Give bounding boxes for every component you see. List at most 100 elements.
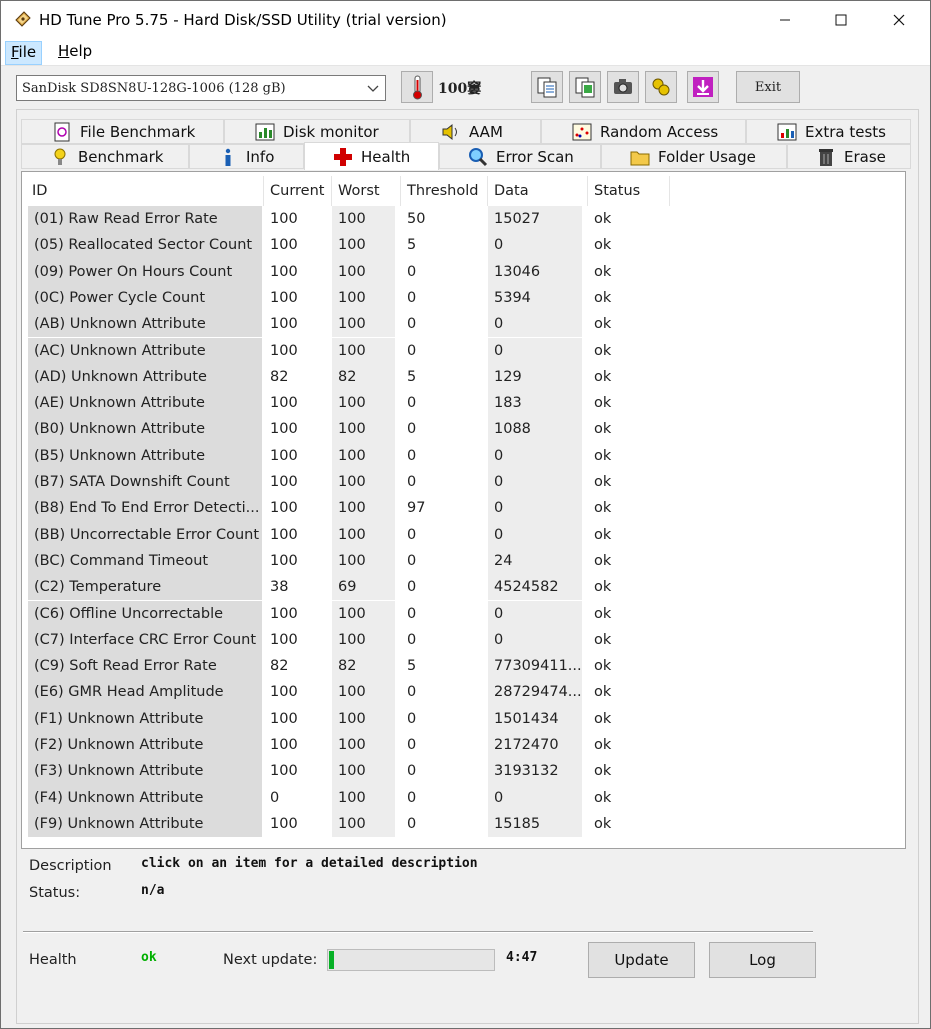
table-row[interactable]: (B5) Unknown Attribute 100 100 0 0 ok [26, 442, 670, 469]
tab-aam[interactable]: AAM [410, 119, 541, 144]
cell-current: 82 [270, 658, 289, 675]
table-row[interactable]: (AE) Unknown Attribute 100 100 0 183 ok [26, 390, 670, 417]
table-row[interactable]: (F9) Unknown Attribute 100 100 0 15185 ok [26, 810, 670, 838]
save-download-button[interactable] [687, 71, 719, 103]
table-row[interactable]: (C2) Temperature 38 69 0 4524582 ok [26, 574, 670, 601]
cell-current: 100 [270, 263, 298, 280]
cell-threshold: 0 [407, 474, 417, 490]
table-row[interactable]: (AC) Unknown Attribute 100 100 0 0 ok [26, 337, 670, 364]
table-row[interactable]: (B0) Unknown Attribute 100 100 0 1088 ok [26, 416, 670, 443]
options-button[interactable] [645, 71, 677, 103]
cell-status: ok [594, 631, 612, 648]
status-label: Status: [29, 885, 81, 901]
download-arrow-icon [693, 77, 713, 97]
tab-random-access[interactable]: Random Access [541, 119, 746, 144]
table-row[interactable]: (B7) SATA Downshift Count 100 100 0 0 ok [26, 469, 670, 496]
menu-help[interactable]: Help [53, 41, 97, 63]
cell-data: 5394 [488, 284, 582, 312]
log-button[interactable]: Log [709, 942, 816, 978]
tab-folder-usage[interactable]: Folder Usage [601, 144, 787, 169]
tab-erase[interactable]: Erase [787, 144, 911, 169]
trash-icon [816, 147, 836, 167]
cell-status: ok [594, 342, 612, 359]
cell-status: ok [594, 289, 612, 306]
column-header-current[interactable]: Current [264, 176, 332, 206]
tab-file-benchmark[interactable]: File Benchmark [21, 119, 224, 144]
health-panel: ID Current Worst Threshold Data Status (01) Ra… [21, 171, 906, 849]
cell-threshold: 0 [407, 447, 417, 464]
cell-worst: 100 [332, 626, 395, 654]
cell-threshold: 0 [407, 710, 417, 727]
temperature-button[interactable] [401, 71, 433, 103]
tab-benchmark[interactable]: Benchmark [21, 144, 189, 169]
menu-help-label: elp [69, 42, 93, 60]
cell-data: 2172470 [488, 732, 582, 759]
column-header-id[interactable]: ID [26, 176, 264, 206]
cell-status: ok [594, 395, 612, 412]
table-row[interactable]: (F3) Unknown Attribute 100 100 0 3193132 ok [26, 758, 670, 785]
column-header-worst[interactable]: Worst [332, 176, 401, 206]
exit-button[interactable]: Exit [736, 71, 800, 103]
table-row[interactable]: (E6) GMR Head Amplitude 100 100 0 28729474..… [26, 679, 670, 706]
cell-current: 100 [270, 237, 298, 254]
tab-health[interactable]: Health [304, 142, 439, 170]
cell-id: (C7) Interface CRC Error Count [28, 626, 262, 654]
table-row[interactable]: (AD) Unknown Attribute 82 82 5 129 ok [26, 363, 670, 391]
table-row[interactable]: (F1) Unknown Attribute 100 100 0 1501434 ok [26, 705, 670, 732]
cell-data: 3193132 [488, 758, 582, 785]
thermometer-icon [413, 75, 422, 100]
minimize-button[interactable] [756, 1, 814, 39]
next-update-progress [327, 949, 495, 971]
copy-image-icon [575, 77, 595, 98]
cell-id: (F9) Unknown Attribute [28, 810, 262, 838]
drive-select[interactable]: SanDisk SD8SN8U-128G-1006 (128 gB) [16, 75, 386, 101]
table-row[interactable]: (09) Power On Hours Count 100 100 0 13046 ok [26, 258, 670, 285]
table-row[interactable]: (BC) Command Timeout 100 100 0 24 ok [26, 547, 670, 575]
cell-current: 100 [270, 631, 298, 648]
table-row[interactable]: (F4) Unknown Attribute 0 100 0 0 ok [26, 784, 670, 811]
cell-worst: 100 [332, 442, 395, 469]
tab-info[interactable]: Info [189, 144, 304, 169]
cell-current: 100 [270, 342, 298, 359]
maximize-button[interactable] [812, 1, 870, 39]
cell-threshold: 0 [407, 526, 417, 543]
copy-image-button[interactable] [569, 71, 601, 103]
table-row[interactable]: (0C) Power Cycle Count 100 100 0 5394 ok [26, 284, 670, 312]
screenshot-button[interactable] [607, 71, 639, 103]
tab-disk-monitor[interactable]: Disk monitor [224, 119, 410, 144]
column-header-threshold[interactable]: Threshold [401, 176, 488, 206]
tab-error-scan[interactable]: Error Scan [439, 144, 601, 169]
table-row[interactable]: (AB) Unknown Attribute 100 100 0 0 ok [26, 311, 670, 338]
table-row[interactable]: (01) Raw Read Error Rate 100 100 50 15027 ok [26, 206, 670, 233]
camera-icon [614, 79, 632, 94]
column-header-status[interactable]: Status [588, 176, 670, 206]
cell-current: 100 [270, 474, 298, 490]
tab-label: File Benchmark [80, 122, 196, 141]
update-button[interactable]: Update [588, 942, 695, 978]
cell-current: 100 [270, 526, 298, 543]
table-row[interactable]: (BB) Uncorrectable Error Count 100 100 0 0 ok [26, 521, 670, 548]
copy-text-button[interactable] [531, 71, 563, 103]
cell-current: 100 [270, 289, 298, 306]
menu-file[interactable]: File [5, 41, 43, 65]
table-row[interactable]: (C9) Soft Read Error Rate 82 82 5 77309411..… [26, 653, 670, 680]
tab-label: Info [246, 147, 275, 166]
cell-worst: 100 [332, 495, 395, 522]
toolbar: SanDisk SD8SN8U-128G-1006 (128 gB) 100窶 [1, 65, 930, 111]
close-button[interactable] [870, 1, 928, 39]
status-value: n/a [141, 883, 165, 898]
tab-extra-tests[interactable]: Extra tests [746, 119, 911, 144]
table-row[interactable]: (C7) Interface CRC Error Count 100 100 0 0 ok [26, 626, 670, 654]
cell-worst: 100 [332, 679, 395, 706]
table-row[interactable]: (F2) Unknown Attribute 100 100 0 2172470 ok [26, 732, 670, 759]
folder-icon [630, 147, 650, 167]
cell-status: ok [594, 552, 612, 569]
column-header-data[interactable]: Data [488, 176, 588, 206]
cell-current: 100 [270, 500, 298, 517]
table-row[interactable]: (B8) End To End Error Detecti... 100 100 97… [26, 495, 670, 522]
table-row[interactable]: (05) Reallocated Sector Count 100 100 5 0 ok [26, 232, 670, 259]
table-row[interactable]: (C6) Offline Uncorrectable 100 100 0 0 ok [26, 600, 670, 627]
cell-status: ok [594, 684, 612, 701]
cell-threshold: 0 [407, 605, 417, 622]
cell-id: (09) Power On Hours Count [28, 258, 262, 285]
